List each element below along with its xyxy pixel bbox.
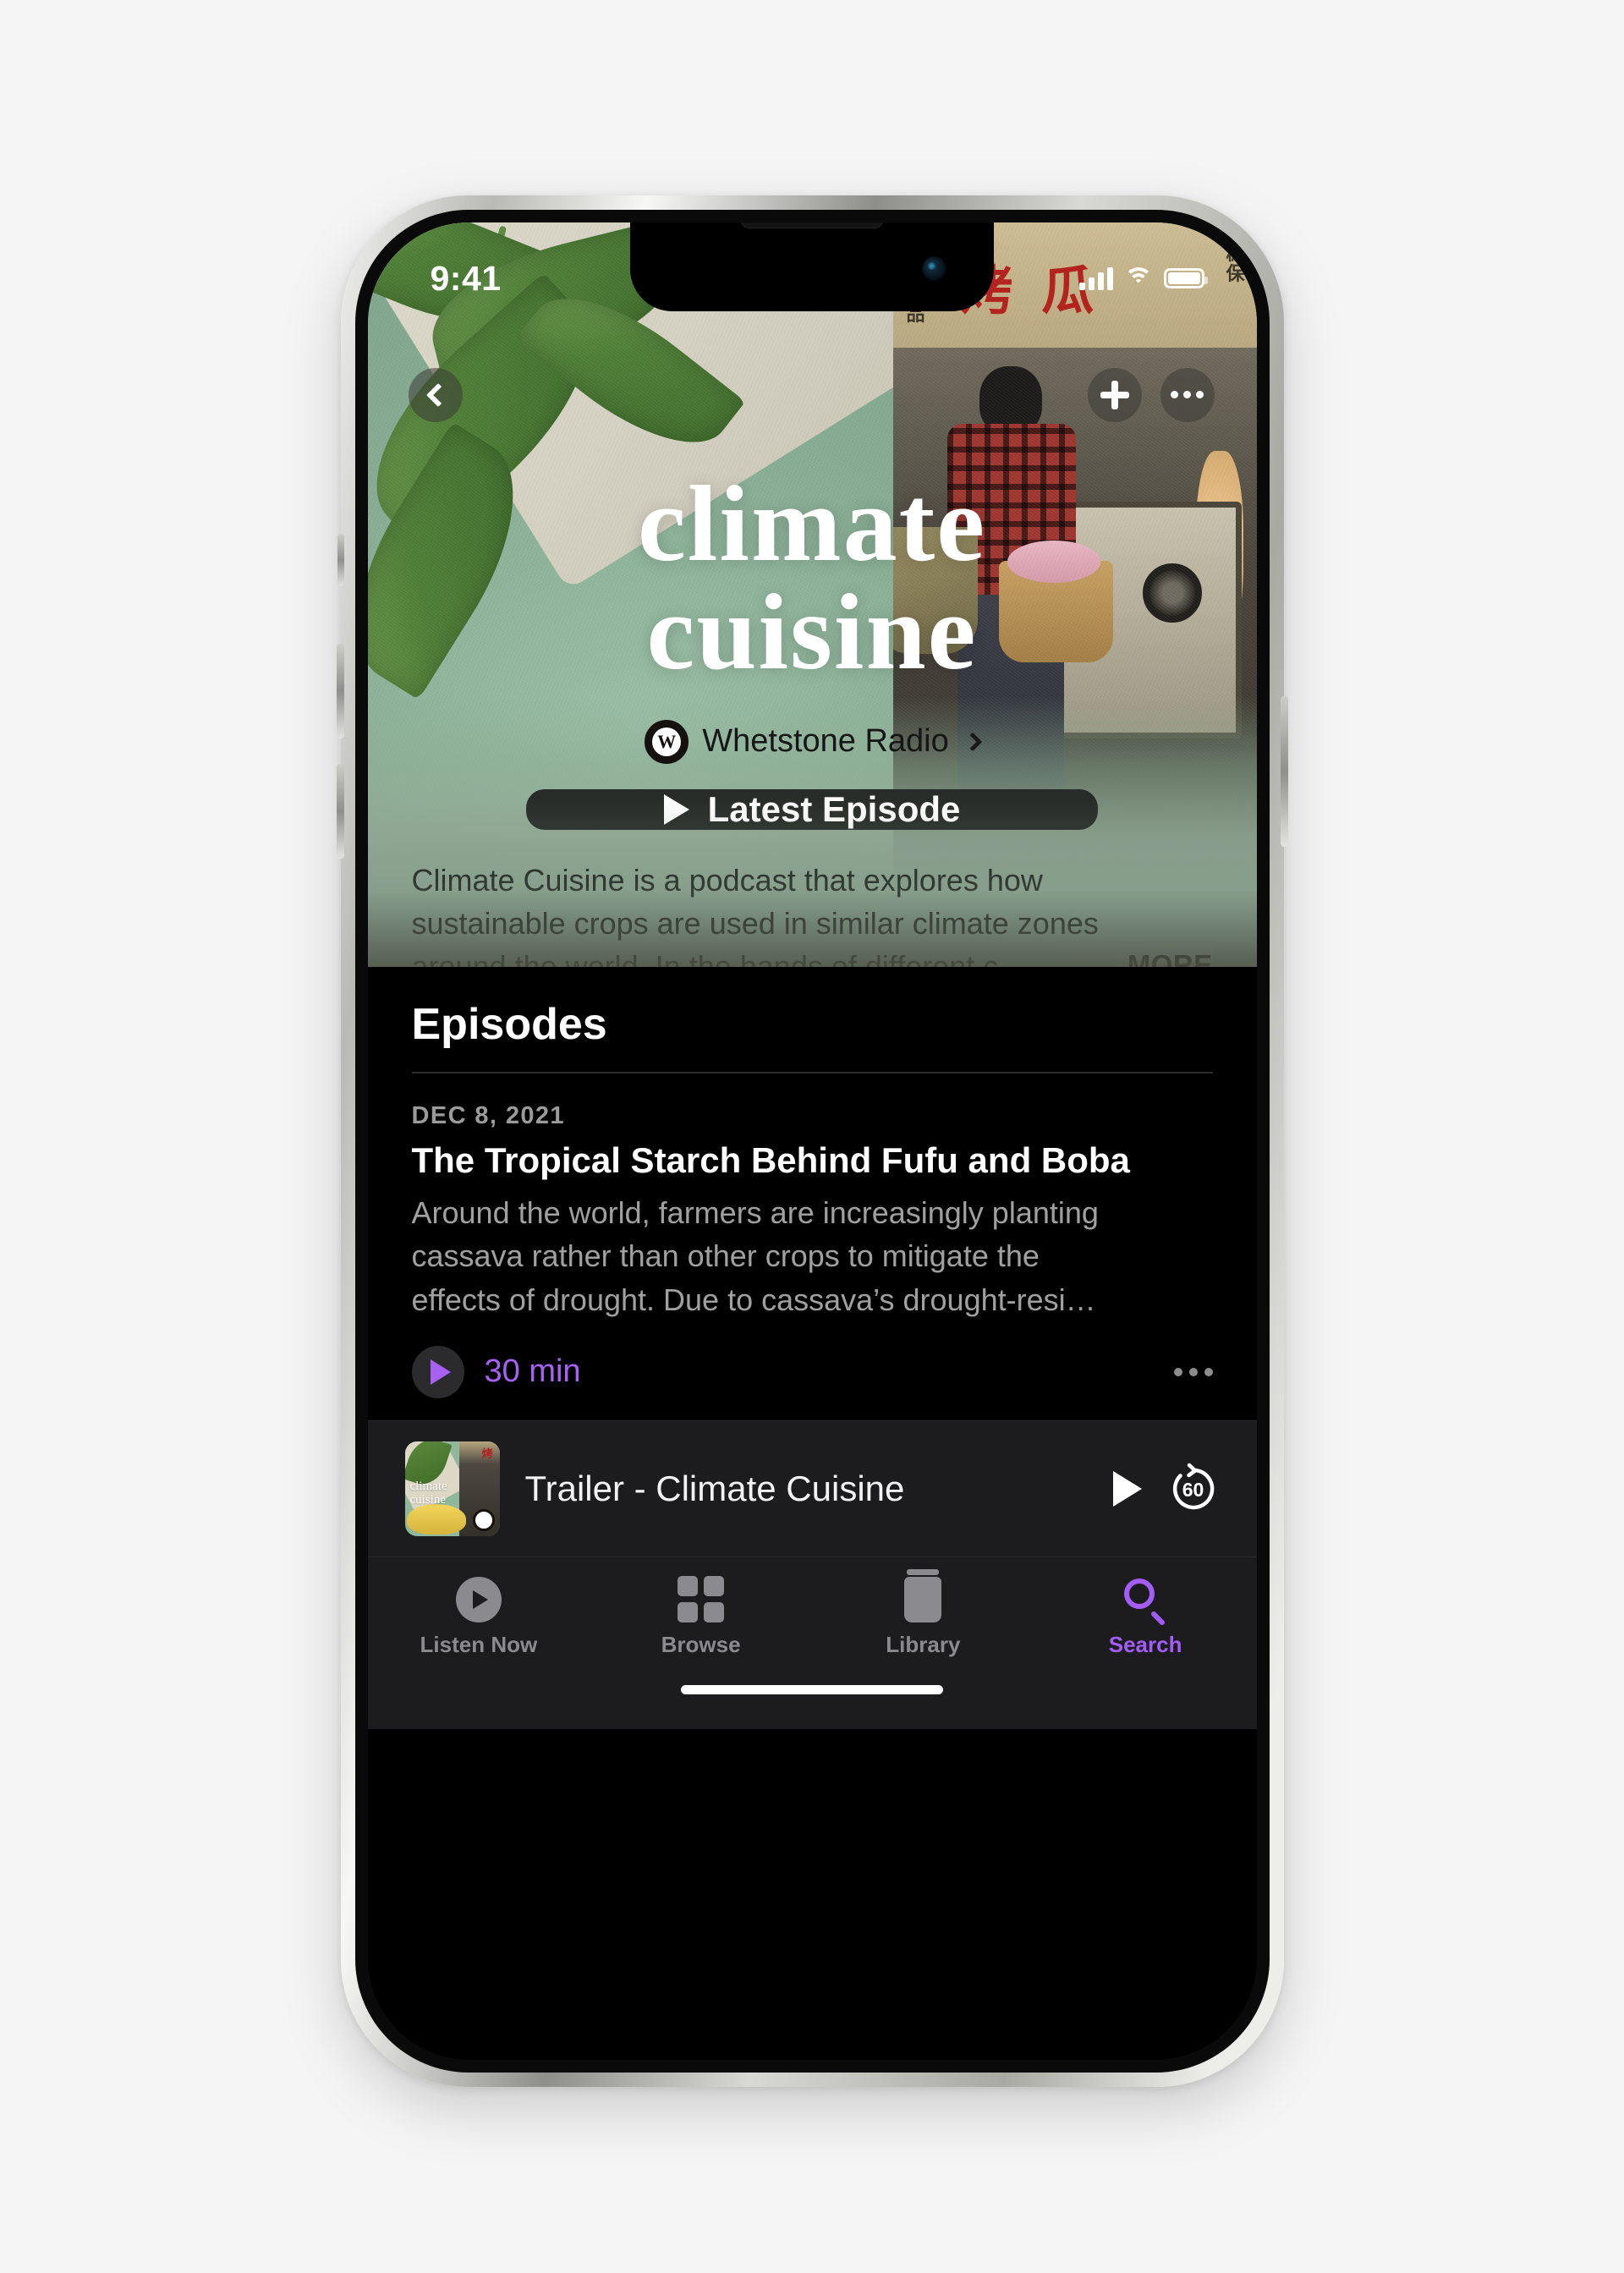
episode-date: DEC 8, 2021: [411, 1101, 565, 1129]
episode-description-line-1: Around the world, farmers are increasing…: [411, 1194, 1099, 1230]
episode-title: The Tropical Starch Behind Fufu and Boba: [411, 1139, 1130, 1180]
more-options-button[interactable]: [1160, 367, 1215, 422]
plus-icon: [1100, 380, 1129, 409]
tab-listen-now-label: Listen Now: [420, 1631, 538, 1657]
notch: [630, 222, 994, 311]
side-power-button[interactable]: [1280, 695, 1288, 847]
podcast-title-line-2: cuisine: [646, 571, 978, 692]
episode-description-line-2: cassava rather than other crops to mitig…: [411, 1238, 1040, 1274]
device-screen: 9:41 品 烤 瓜 糖 保 climate cuisine W Whetsto…: [367, 222, 1257, 2060]
mini-player[interactable]: 烤 climate cuisine Trailer - Climate Cuis…: [367, 1419, 1257, 1557]
show-description[interactable]: Climate Cuisine is a podcast that explor…: [368, 859, 1257, 967]
front-camera-icon: [922, 255, 946, 281]
whetstone-radio-logo-icon: [472, 1508, 495, 1531]
episodes-heading: Episodes: [411, 999, 607, 1049]
wifi-icon: [1123, 267, 1153, 289]
show-header-details: W Whetstone Radio Latest Episode Climate…: [367, 695, 1257, 967]
episode-play-button[interactable]: [411, 1345, 464, 1398]
now-playing-title: Trailer - Climate Cuisine: [524, 1468, 905, 1508]
tab-search[interactable]: Search: [1034, 1576, 1257, 1658]
mini-artwork-line-1: climate: [409, 1479, 447, 1493]
silent-switch[interactable]: [337, 533, 344, 586]
description-line-2: sustainable crops are used in similar cl…: [411, 905, 1099, 941]
tab-search-label: Search: [1108, 1631, 1182, 1657]
device-bezel: 9:41 品 烤 瓜 糖 保 climate cuisine W Whetsto…: [354, 209, 1270, 2073]
screenshot-stage: 9:41 品 烤 瓜 糖 保 climate cuisine W Whetsto…: [0, 0, 1624, 2273]
earpiece-speaker-icon: [741, 222, 883, 228]
mini-player-play-button[interactable]: [1112, 1470, 1142, 1507]
description-more-fade: MORE: [1051, 943, 1213, 967]
tab-library-label: Library: [886, 1631, 961, 1657]
episode-description: Around the world, farmers are increasing…: [412, 1191, 1213, 1322]
search-icon: [1124, 1578, 1166, 1627]
whetstone-radio-logo-icon: W: [645, 719, 689, 764]
episode-more-button[interactable]: [1173, 1367, 1213, 1376]
skip-forward-label: 60: [1182, 1479, 1204, 1502]
play-icon: [663, 793, 689, 825]
status-bar-indicators: [1078, 266, 1208, 290]
tab-bar: Listen Now Browse Library Search: [367, 1556, 1257, 1666]
library-icon: [904, 1568, 942, 1622]
chevron-left-icon: [425, 382, 450, 407]
publisher-name: Whetstone Radio: [702, 723, 949, 759]
volume-down-button[interactable]: [336, 763, 344, 859]
skip-forward-60-button[interactable]: 60: [1167, 1463, 1220, 1515]
battery-icon: [1163, 268, 1208, 288]
volume-up-button[interactable]: [336, 643, 344, 738]
status-bar-clock: 9:41: [430, 258, 502, 298]
podcast-title-art: climate cuisine: [368, 469, 1257, 686]
publisher-logo-text: W: [657, 730, 677, 752]
mini-artwork-line-2: cuisine: [409, 1492, 447, 1507]
more-button[interactable]: MORE: [1127, 946, 1213, 966]
add-show-button[interactable]: [1087, 367, 1142, 422]
mini-player-artwork: 烤 climate cuisine: [404, 1441, 500, 1536]
tab-browse-label: Browse: [661, 1631, 741, 1657]
tab-browse[interactable]: Browse: [590, 1576, 812, 1658]
episode-description-line-3: effects of drought. Due to cassava’s dro…: [411, 1282, 1096, 1318]
show-hero-artwork: 健康食品 烤 瓜 糖保: [367, 222, 1257, 967]
play-icon: [430, 1359, 451, 1385]
publisher-link[interactable]: W Whetstone Radio: [645, 719, 983, 764]
chevron-right-icon: [963, 732, 983, 751]
back-button[interactable]: [408, 367, 463, 422]
latest-episode-label: Latest Episode: [707, 788, 961, 829]
signal-bars-icon: [1078, 266, 1113, 290]
latest-episode-button[interactable]: Latest Episode: [526, 788, 1098, 830]
episode-list-item[interactable]: DEC 8, 2021 The Tropical Starch Behind F…: [411, 1073, 1213, 1420]
description-line-1: Climate Cuisine is a podcast that explor…: [411, 862, 1043, 898]
tab-library[interactable]: Library: [812, 1568, 1034, 1658]
home-indicator[interactable]: [367, 1666, 1257, 1729]
episodes-section: Episodes DEC 8, 2021 The Tropical Starch…: [367, 966, 1257, 1420]
episode-duration[interactable]: 30 min: [485, 1353, 581, 1390]
listen-now-icon: [455, 1576, 502, 1622]
episode-actions: 30 min: [411, 1345, 1213, 1420]
browse-grid-icon: [678, 1576, 725, 1623]
podcast-title-line-1: climate: [638, 463, 986, 584]
tab-listen-now[interactable]: Listen Now: [368, 1576, 590, 1658]
iphone-device-frame: 9:41 品 烤 瓜 糖 保 climate cuisine W Whetsto…: [336, 195, 1288, 2087]
ellipsis-icon: [1171, 391, 1204, 398]
